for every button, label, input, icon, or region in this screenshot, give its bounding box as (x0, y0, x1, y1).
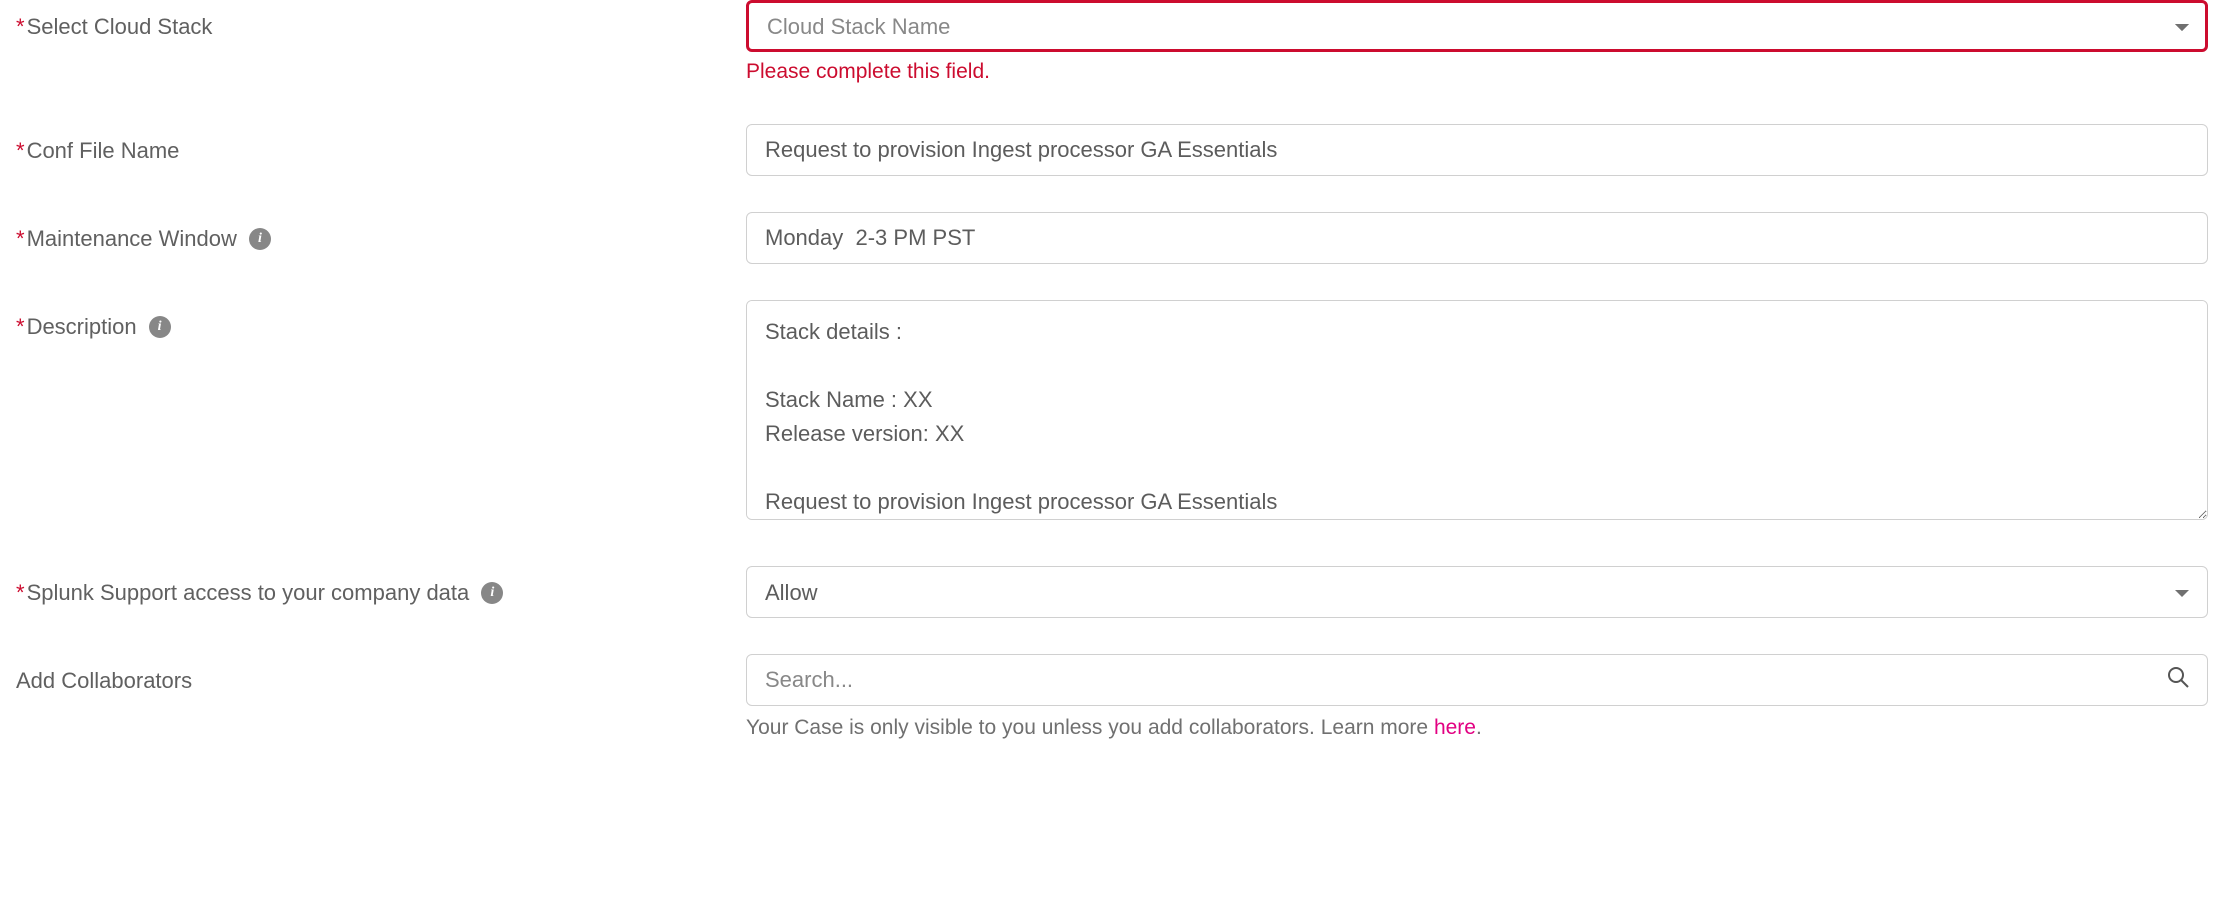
required-asterisk: * (16, 138, 25, 164)
cloud-stack-select-wrap: Cloud Stack Name (746, 0, 2208, 52)
row-cloud-stack: * Select Cloud Stack Cloud Stack Name Pl… (16, 0, 2208, 84)
label-maintenance-window: * Maintenance Window i (16, 212, 746, 252)
required-asterisk: * (16, 226, 25, 252)
row-support-access: * Splunk Support access to your company … (16, 566, 2208, 618)
row-maintenance-window: * Maintenance Window i (16, 212, 2208, 264)
support-access-select[interactable]: Allow (746, 566, 2208, 618)
label-collaborators: Add Collaborators (16, 654, 746, 694)
label-cloud-stack: * Select Cloud Stack (16, 0, 746, 40)
info-icon[interactable]: i (481, 582, 503, 604)
input-col-support-access: Allow (746, 566, 2208, 618)
info-icon[interactable]: i (149, 316, 171, 338)
info-icon[interactable]: i (249, 228, 271, 250)
support-access-select-wrap: Allow (746, 566, 2208, 618)
row-conf-file-name: * Conf File Name (16, 124, 2208, 176)
collaborators-helper: Your Case is only visible to you unless … (746, 716, 2208, 740)
learn-more-link[interactable]: here (1434, 716, 1476, 739)
label-description: * Description i (16, 300, 746, 340)
row-description: * Description i (16, 300, 2208, 526)
helper-suffix: . (1476, 716, 1482, 739)
label-text: Splunk Support access to your company da… (27, 580, 470, 606)
row-collaborators: Add Collaborators Your Case is only visi… (16, 654, 2208, 740)
input-col-maintenance-window (746, 212, 2208, 264)
label-text: Maintenance Window (27, 226, 237, 252)
label-text: Conf File Name (27, 138, 180, 164)
cloud-stack-error: Please complete this field. (746, 60, 2208, 84)
form-container: * Select Cloud Stack Cloud Stack Name Pl… (0, 0, 2224, 740)
required-asterisk: * (16, 314, 25, 340)
required-asterisk: * (16, 580, 25, 606)
label-text: Select Cloud Stack (27, 14, 213, 40)
helper-prefix: Your Case is only visible to you unless … (746, 716, 1434, 739)
label-support-access: * Splunk Support access to your company … (16, 566, 746, 606)
maintenance-window-input[interactable] (746, 212, 2208, 264)
label-text: Add Collaborators (16, 668, 192, 694)
required-asterisk: * (16, 14, 25, 40)
label-text: Description (27, 314, 137, 340)
label-conf-file-name: * Conf File Name (16, 124, 746, 164)
cloud-stack-select[interactable]: Cloud Stack Name (746, 0, 2208, 52)
input-col-description (746, 300, 2208, 526)
collaborators-search-input[interactable] (746, 654, 2208, 706)
input-col-cloud-stack: Cloud Stack Name Please complete this fi… (746, 0, 2208, 84)
input-col-conf-file-name (746, 124, 2208, 176)
conf-file-name-input[interactable] (746, 124, 2208, 176)
collaborators-search-wrap (746, 654, 2208, 706)
input-col-collaborators: Your Case is only visible to you unless … (746, 654, 2208, 740)
description-textarea[interactable] (746, 300, 2208, 520)
